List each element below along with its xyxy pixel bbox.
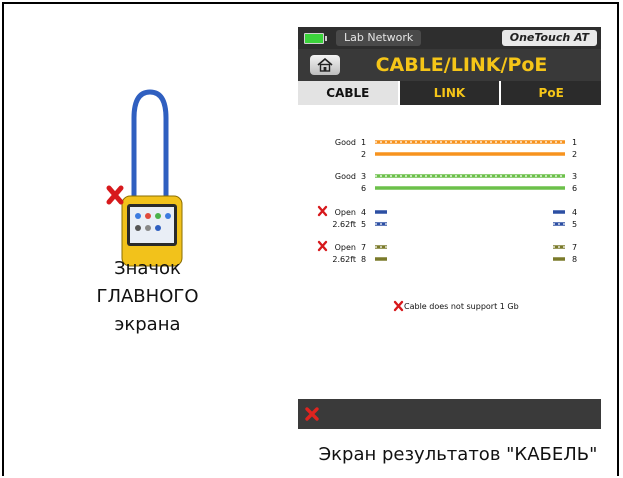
fail-x-icon [317, 205, 328, 217]
pin-label: 2 [361, 150, 366, 159]
pair-status: Good [335, 138, 356, 147]
pin-label: 7 [361, 243, 366, 252]
home-icon-caption: Значок ГЛАВНОГО экрана [60, 255, 235, 339]
pin-label: 2 [572, 150, 577, 159]
network-name[interactable]: Lab Network [336, 30, 422, 46]
pair-status: Open [335, 208, 356, 217]
pin-label: 6 [572, 184, 577, 193]
pin-label: 8 [361, 255, 366, 264]
pin-label: 5 [572, 220, 577, 229]
pair-status: Good [335, 172, 356, 181]
pin-label: 7 [572, 243, 577, 252]
cable-results-screen: Lab Network OneTouch AT CABLE/LINK/PoE C… [298, 27, 602, 429]
pin-label: 5 [361, 220, 366, 229]
bottom-bar [298, 399, 601, 429]
tab-cable[interactable]: CABLE [298, 81, 398, 105]
home-screen-icon [106, 89, 183, 267]
caption-line: Значок [114, 258, 181, 279]
pin-label: 3 [572, 172, 577, 181]
pin-label: 3 [361, 172, 366, 181]
pair-length: 2.62ft [332, 220, 356, 229]
fail-x-icon [317, 240, 328, 252]
tab-poe[interactable]: PoE [499, 81, 602, 105]
screen-title: CABLE/LINK/PoE [375, 54, 548, 76]
fail-x-icon [106, 185, 124, 205]
caption-line: экрана [114, 314, 181, 335]
wiremap-diagram: Good 1 2 1 2 Good 3 6 3 6 Open 2.62ft 4 … [317, 138, 577, 312]
cable-support-note: Cable does not support 1 Gb [404, 302, 519, 311]
wiremap-panel: Good 1 2 1 2 Good 3 6 3 6 Open 2.62ft 4 … [298, 105, 601, 399]
pin-label: 4 [361, 208, 366, 217]
pin-label: 1 [572, 138, 577, 147]
pair-status: Open [335, 243, 356, 252]
pin-label: 8 [572, 255, 577, 264]
screen-header: CABLE/LINK/PoE [298, 49, 601, 81]
pin-label: 6 [361, 184, 366, 193]
device-name: OneTouch AT [501, 30, 597, 46]
pair-length: 2.62ft [332, 255, 356, 264]
fail-x-icon [393, 300, 404, 312]
caption-line: ГЛАВНОГО [96, 286, 199, 307]
tab-bar: CABLE LINK PoE [298, 81, 602, 105]
battery-icon [304, 33, 327, 44]
status-bar: Lab Network OneTouch AT [298, 27, 601, 49]
fail-status-icon[interactable] [304, 406, 320, 422]
pin-label: 1 [361, 138, 366, 147]
pin-label: 4 [572, 208, 577, 217]
tab-link[interactable]: LINK [397, 81, 500, 105]
cable-screen-caption: Экран результатов "КАБЕЛЬ" [318, 444, 598, 465]
